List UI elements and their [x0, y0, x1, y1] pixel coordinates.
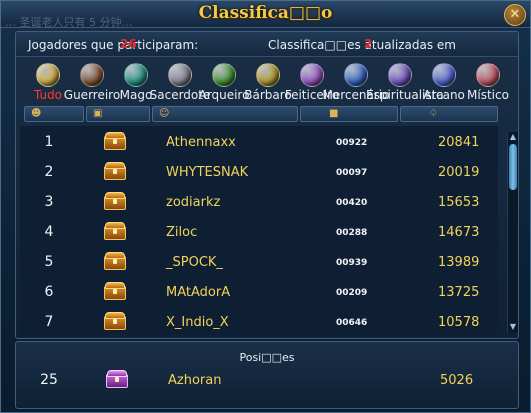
spiritualist-icon	[388, 63, 412, 87]
player-code: 00646	[336, 318, 368, 328]
my-position-row[interactable]: 25 Azhoran 5026	[16, 368, 518, 398]
player-code: 00939	[336, 258, 368, 268]
chest-icon	[104, 312, 126, 331]
player-score: 13725	[438, 285, 480, 300]
ranking-window: … 圣诞老人只有 5 分钟… Classifica□□o ✕ Jogadores…	[0, 0, 531, 413]
table-row[interactable]: 4 Ziloc 00288 14673	[20, 218, 498, 248]
warrior-icon	[80, 63, 104, 87]
my-score: 5026	[440, 373, 474, 388]
player-name: MAtAdorA	[166, 285, 231, 300]
scrollbar[interactable]: ▲ ▼	[507, 132, 518, 332]
book-icon: ■	[329, 108, 339, 119]
rank-number: 5	[44, 254, 54, 270]
table-row[interactable]: 2 WHYTESNAK 00097 20019	[20, 158, 498, 188]
player-score: 20841	[438, 135, 480, 150]
chest-icon: ▣	[93, 108, 103, 119]
window-title: Classifica□□o	[198, 3, 333, 23]
rank-number: 1	[44, 134, 54, 150]
position-title: Posi□□es	[239, 351, 295, 364]
player-name: WHYTESNAK	[166, 165, 249, 180]
purple-chest-icon	[106, 370, 128, 389]
rank-number: 2	[44, 164, 54, 180]
my-rank: 25	[40, 372, 58, 388]
sort-chest-button[interactable]: ▣	[86, 106, 150, 122]
participants-label: Jogadores que participaram:	[28, 38, 199, 52]
sort-code-button[interactable]: ■	[300, 106, 398, 122]
class-filter-10[interactable]: Místico	[467, 62, 509, 102]
player-name: _SPOCK_	[166, 255, 223, 270]
my-position-panel: Posi□□es 25 Azhoran 5026	[15, 341, 519, 409]
sort-score-button[interactable]: ♤	[400, 106, 498, 122]
table-row[interactable]: 3 zodiarkz 00420 15653	[20, 188, 498, 218]
rank-number: 6	[44, 284, 54, 300]
player-name: zodiarkz	[166, 195, 221, 210]
player-name: X_Indio_X	[166, 315, 229, 330]
trophy-icon: ♤	[429, 108, 438, 119]
smiley-icon	[36, 63, 60, 87]
player-score: 13989	[438, 255, 480, 270]
player-code: 00420	[336, 198, 368, 208]
my-name: Azhoran	[168, 373, 222, 388]
updated-label: Classifica□□es atualizadas em	[268, 38, 456, 52]
person-icon: ☻	[31, 108, 42, 119]
chest-icon	[104, 282, 126, 301]
table-row[interactable]: 1 Athennaxx 00922 20841	[20, 128, 498, 158]
player-score: 10578	[438, 315, 480, 330]
player-score: 20019	[438, 165, 480, 180]
updated-value: 2	[364, 37, 373, 51]
class-filter-label: Místico	[467, 88, 509, 102]
arcane-icon	[432, 63, 456, 87]
ranking-panel: Jogadores que participaram: 26 Classific…	[15, 31, 519, 339]
barbarian-icon	[256, 63, 280, 87]
archer-icon	[212, 63, 236, 87]
player-code: 00288	[336, 228, 368, 238]
sort-name-button[interactable]: ☺	[152, 106, 298, 122]
rank-number: 3	[44, 194, 54, 210]
mage-icon	[124, 63, 148, 87]
scroll-down-icon[interactable]: ▼	[508, 322, 518, 332]
priest-icon	[168, 63, 192, 87]
player-code: 00922	[336, 138, 368, 148]
participants-value: 26	[120, 37, 137, 51]
player-name: Ziloc	[166, 225, 198, 240]
name-icon: ☺	[159, 108, 170, 119]
scroll-up-icon[interactable]: ▲	[508, 132, 518, 142]
rank-number: 7	[44, 314, 54, 330]
rank-number: 4	[44, 224, 54, 240]
mystic-icon	[476, 63, 500, 87]
table-row[interactable]: 7 X_Indio_X 00646 10578	[20, 308, 498, 338]
sorcerer-icon	[300, 63, 324, 87]
player-code: 00097	[336, 168, 368, 178]
info-row: Jogadores que participaram: 26 Classific…	[16, 32, 518, 57]
chest-icon	[104, 252, 126, 271]
ranking-list: 1 Athennaxx 00922 20841 2 WHYTESNAK 00097 20019…	[20, 126, 498, 334]
table-row[interactable]: 5 _SPOCK_ 00939 13989	[20, 248, 498, 278]
sort-rank-button[interactable]: ☻	[24, 106, 84, 122]
player-score: 14673	[438, 225, 480, 240]
chest-icon	[104, 222, 126, 241]
title-bar[interactable]: … 圣诞老人只有 5 分钟… Classifica□□o ✕	[1, 1, 530, 29]
player-code: 00209	[336, 288, 368, 298]
player-score: 15653	[438, 195, 480, 210]
player-name: Athennaxx	[166, 135, 236, 150]
chest-icon	[104, 132, 126, 151]
chest-icon	[104, 192, 126, 211]
scroll-thumb[interactable]	[509, 144, 517, 190]
close-button[interactable]: ✕	[504, 4, 526, 26]
class-filter-bar: Tudo Guerreiro Mago Sacerdote Arqueiro Bárbar…	[24, 62, 514, 102]
chest-icon	[104, 162, 126, 181]
mercenary-icon	[344, 63, 368, 87]
table-row[interactable]: 6 MAtAdorA 00209 13725	[20, 278, 498, 308]
